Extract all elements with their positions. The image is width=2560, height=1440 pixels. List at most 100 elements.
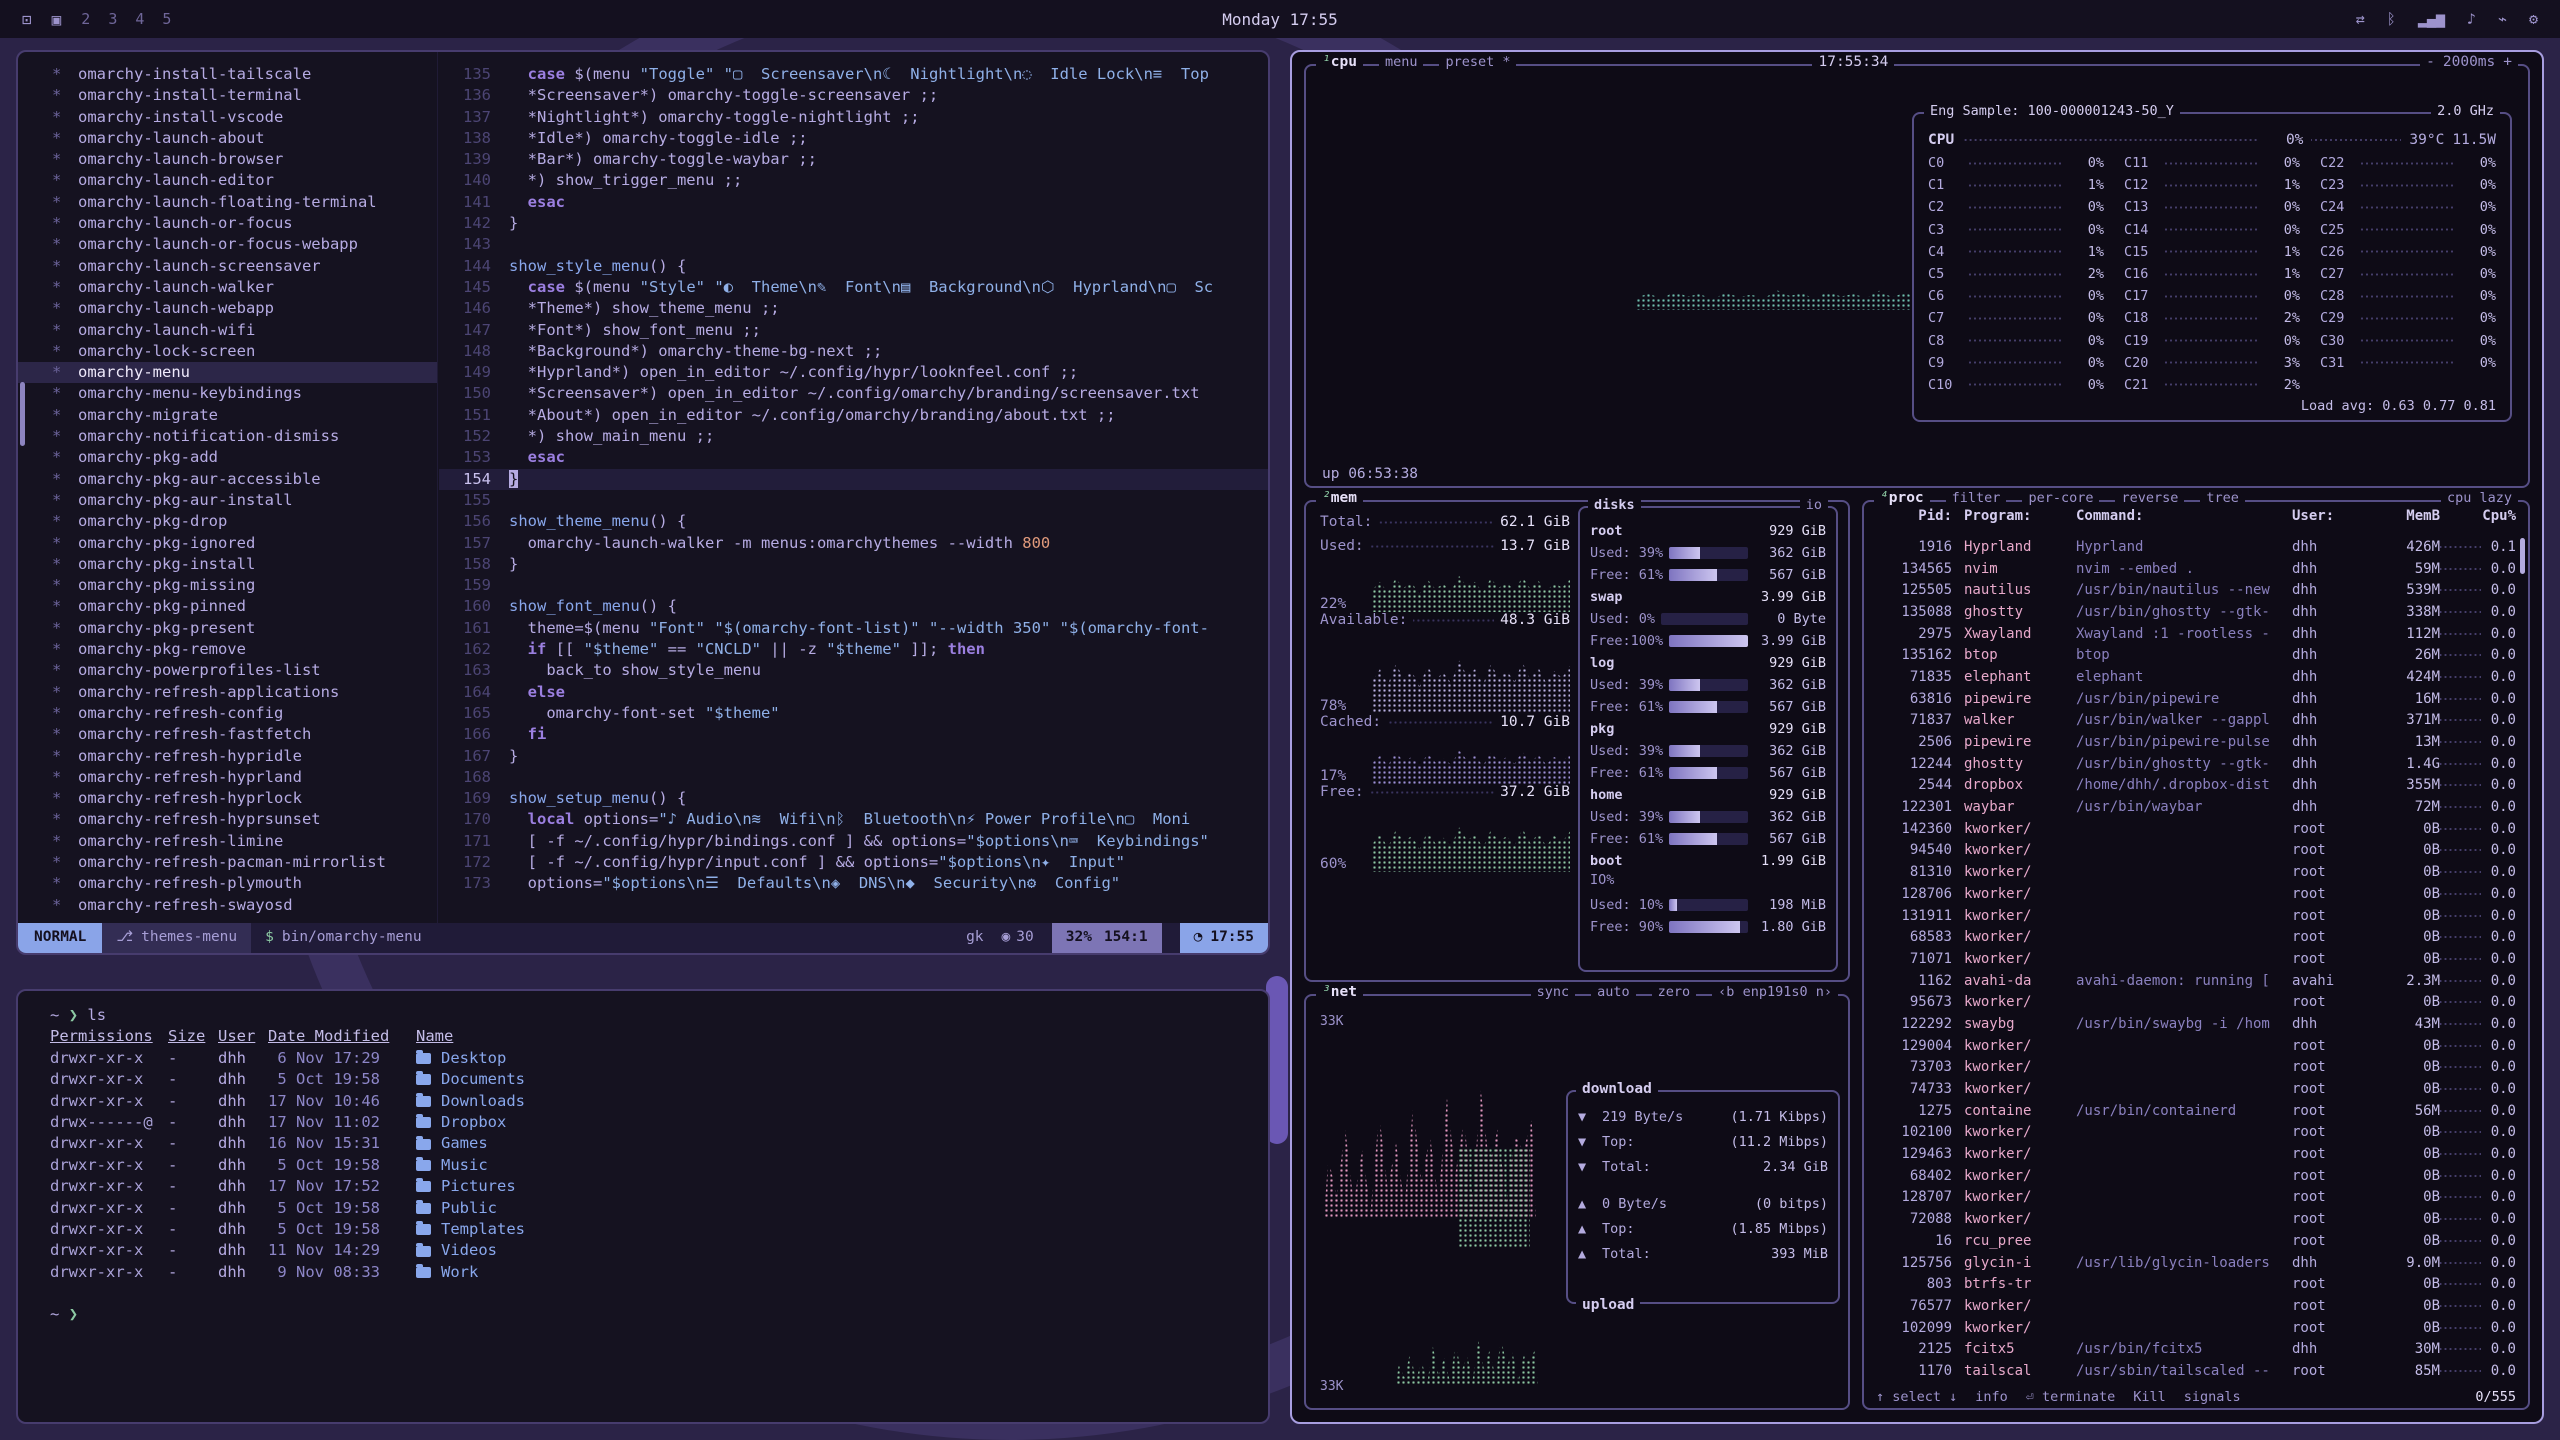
process-row[interactable]: 73703 kworker/ root 0B 0.0 — [1874, 1057, 2516, 1079]
file-item[interactable]: * omarchy-refresh-pacman-mirrorlist — [18, 852, 437, 873]
code-line[interactable]: 158} — [439, 554, 1268, 575]
process-row[interactable]: 2975 Xwayland Xwayland :1 -rootless - dh… — [1874, 623, 2516, 645]
code-line[interactable]: 154} — [439, 469, 1268, 490]
file-item[interactable]: * omarchy-refresh-hyprland — [18, 767, 437, 788]
interval-increase[interactable]: + — [2503, 54, 2512, 70]
process-row[interactable]: 122292 swaybg /usr/bin/swaybg -i /hom dh… — [1874, 1013, 2516, 1035]
pid-header[interactable]: Pid: — [1874, 508, 1964, 524]
process-row[interactable]: 71071 kworker/ root 0B 0.0 — [1874, 948, 2516, 970]
code-line[interactable]: 137 *Nightlight*) omarchy-toggle-nightli… — [439, 107, 1268, 128]
process-row[interactable]: 94540 kworker/ root 0B 0.0 — [1874, 840, 2516, 862]
code-line[interactable]: 156show_theme_menu() { — [439, 511, 1268, 532]
code-line[interactable]: 168 — [439, 767, 1268, 788]
code-line[interactable]: 166 fi — [439, 724, 1268, 745]
process-row[interactable]: 1275 containe /usr/bin/containerd root 5… — [1874, 1100, 2516, 1122]
user-header[interactable]: User: — [2292, 508, 2358, 524]
select-keys[interactable]: ↑ select ↓ — [1876, 1389, 1957, 1405]
menu-button[interactable]: menu — [1379, 54, 1424, 70]
code-line[interactable]: 164 else — [439, 682, 1268, 703]
file-item[interactable]: * omarchy-pkg-aur-install — [18, 490, 437, 511]
process-row[interactable]: 95673 kworker/ root 0B 0.0 — [1874, 991, 2516, 1013]
file-item[interactable]: * omarchy-launch-about — [18, 128, 437, 149]
screencast-icon[interactable]: ⇄ — [2356, 10, 2365, 28]
stats-icon[interactable]: ▂▄▆ — [2418, 10, 2445, 28]
process-row[interactable]: 128707 kworker/ root 0B 0.0 — [1874, 1187, 2516, 1209]
process-row[interactable]: 72088 kworker/ root 0B 0.0 — [1874, 1208, 2516, 1230]
file-item[interactable]: * omarchy-pkg-install — [18, 554, 437, 575]
process-row[interactable]: 12244 ghostty /usr/bin/ghostty --gtk- dh… — [1874, 753, 2516, 775]
file-item[interactable]: * omarchy-refresh-fastfetch — [18, 724, 437, 745]
file-item[interactable]: * omarchy-pkg-drop — [18, 511, 437, 532]
code-line[interactable]: 150 *Screensaver*) open_in_editor ~/.con… — [439, 383, 1268, 404]
code-line[interactable]: 145 case $(menu "Style" "◐ Theme\n✎ Font… — [439, 277, 1268, 298]
process-row[interactable]: 81310 kworker/ root 0B 0.0 — [1874, 861, 2516, 883]
net-interface[interactable]: ‹b enp191s0 n› — [1712, 984, 1838, 1000]
proc-filter-option[interactable]: filter — [1946, 490, 2007, 506]
terminate-key[interactable]: ⏎ terminate — [2026, 1389, 2115, 1405]
network-icon[interactable]: ⌁ — [2498, 10, 2507, 28]
file-item[interactable]: * omarchy-refresh-hyprlock — [18, 788, 437, 809]
process-row[interactable]: 2506 pipewire /usr/bin/pipewire-pulse dh… — [1874, 731, 2516, 753]
mem-header[interactable]: MemB — [2358, 508, 2440, 524]
net-auto-toggle[interactable]: auto — [1591, 984, 1636, 1000]
code-line[interactable]: 147 *Font*) show_font_menu ;; — [439, 320, 1268, 341]
volume-icon[interactable]: ♪ — [2467, 10, 2476, 28]
code-line[interactable]: 152 *) show_main_menu ;; — [439, 426, 1268, 447]
code-line[interactable]: 138 *Idle*) omarchy-toggle-idle ;; — [439, 128, 1268, 149]
code-line[interactable]: 165 omarchy-font-set "$theme" — [439, 703, 1268, 724]
file-item[interactable]: * omarchy-launch-wifi — [18, 320, 437, 341]
process-row[interactable]: 125505 nautilus /usr/bin/nautilus --new … — [1874, 579, 2516, 601]
file-item[interactable]: * omarchy-launch-editor — [18, 170, 437, 191]
process-row[interactable]: 102100 kworker/ root 0B 0.0 — [1874, 1122, 2516, 1144]
interval-decrease[interactable]: - — [2426, 54, 2435, 70]
file-item[interactable]: * omarchy-pkg-missing — [18, 575, 437, 596]
net-zero-toggle[interactable]: zero — [1652, 984, 1697, 1000]
file-item[interactable]: * omarchy-pkg-aur-accessible — [18, 469, 437, 490]
code-line[interactable]: 160show_font_menu() { — [439, 596, 1268, 617]
file-list-scrollbar[interactable] — [20, 382, 25, 446]
code-line[interactable]: 172 [ -f ~/.config/hypr/input.conf ] && … — [439, 852, 1268, 873]
code-line[interactable]: 148 *Background*) omarchy-theme-bg-next … — [439, 341, 1268, 362]
process-row[interactable]: 1170 tailscal /usr/sbin/tailscaled -- ro… — [1874, 1360, 2516, 1380]
file-item[interactable]: * omarchy-refresh-config — [18, 703, 437, 724]
file-item[interactable]: * omarchy-pkg-remove — [18, 639, 437, 660]
code-line[interactable]: 169show_setup_menu() { — [439, 788, 1268, 809]
file-item[interactable]: * omarchy-launch-walker — [18, 277, 437, 298]
code-line[interactable]: 140 *) show_trigger_menu ;; — [439, 170, 1268, 191]
settings-icon[interactable]: ⚙ — [2529, 10, 2538, 28]
file-item[interactable]: * omarchy-launch-floating-terminal — [18, 192, 437, 213]
file-item[interactable]: * omarchy-launch-browser — [18, 149, 437, 170]
process-row[interactable]: 803 btrfs-tr root 0B 0.0 — [1874, 1273, 2516, 1295]
file-item[interactable]: * omarchy-pkg-add — [18, 447, 437, 468]
process-row[interactable]: 16 rcu_pree root 0B 0.0 — [1874, 1230, 2516, 1252]
file-item[interactable]: * omarchy-pkg-pinned — [18, 596, 437, 617]
code-line[interactable]: 170 local options="♪ Audio\n≋ Wifi\nᛒ Bl… — [439, 809, 1268, 830]
info-key[interactable]: info — [1975, 1389, 2008, 1405]
signals-key[interactable]: signals — [2184, 1389, 2241, 1405]
file-item[interactable]: * omarchy-refresh-hyprsunset — [18, 809, 437, 830]
kill-key[interactable]: Kill — [2133, 1389, 2166, 1405]
workspace-button[interactable]: 5 — [162, 10, 171, 28]
process-row[interactable]: 142360 kworker/ root 0B 0.0 — [1874, 818, 2516, 840]
file-item[interactable]: * omarchy-menu — [18, 362, 437, 383]
process-row[interactable]: 125756 glycin-i /usr/lib/glycin-loaders … — [1874, 1252, 2516, 1274]
proc-scrollbar[interactable] — [2520, 538, 2525, 574]
process-row[interactable]: 135162 btop btop dhh 26M 0.0 — [1874, 644, 2516, 666]
code-line[interactable]: 149 *Hyprland*) open_in_editor ~/.config… — [439, 362, 1268, 383]
workspace-button[interactable]: 2 — [81, 10, 90, 28]
file-item[interactable]: * omarchy-refresh-limine — [18, 831, 437, 852]
process-row[interactable]: 2544 dropbox /home/dhh/.dropbox-dist dhh… — [1874, 775, 2516, 797]
code-line[interactable]: 139 *Bar*) omarchy-toggle-waybar ;; — [439, 149, 1268, 170]
workspace-button[interactable]: 3 — [108, 10, 117, 28]
code-line[interactable]: 151 *About*) open_in_editor ~/.config/om… — [439, 405, 1268, 426]
workspace-1-active[interactable]: ▣ — [52, 10, 62, 29]
process-row[interactable]: 71835 elephant elephant dhh 424M 0.0 — [1874, 666, 2516, 688]
proc-percore-option[interactable]: per-core — [2022, 490, 2099, 506]
process-row[interactable]: 63816 pipewire /usr/bin/pipewire dhh 16M… — [1874, 688, 2516, 710]
proc-tree-option[interactable]: tree — [2200, 490, 2245, 506]
net-sync-toggle[interactable]: sync — [1531, 984, 1576, 1000]
proc-sort-option[interactable]: cpu lazy — [2441, 490, 2518, 506]
process-row[interactable]: 2125 fcitx5 /usr/bin/fcitx5 dhh 30M 0.0 — [1874, 1338, 2516, 1360]
code-line[interactable]: 161 theme=$(menu "Font" "$(omarchy-font-… — [439, 618, 1268, 639]
process-row[interactable]: 122301 waybar /usr/bin/waybar dhh 72M 0.… — [1874, 796, 2516, 818]
